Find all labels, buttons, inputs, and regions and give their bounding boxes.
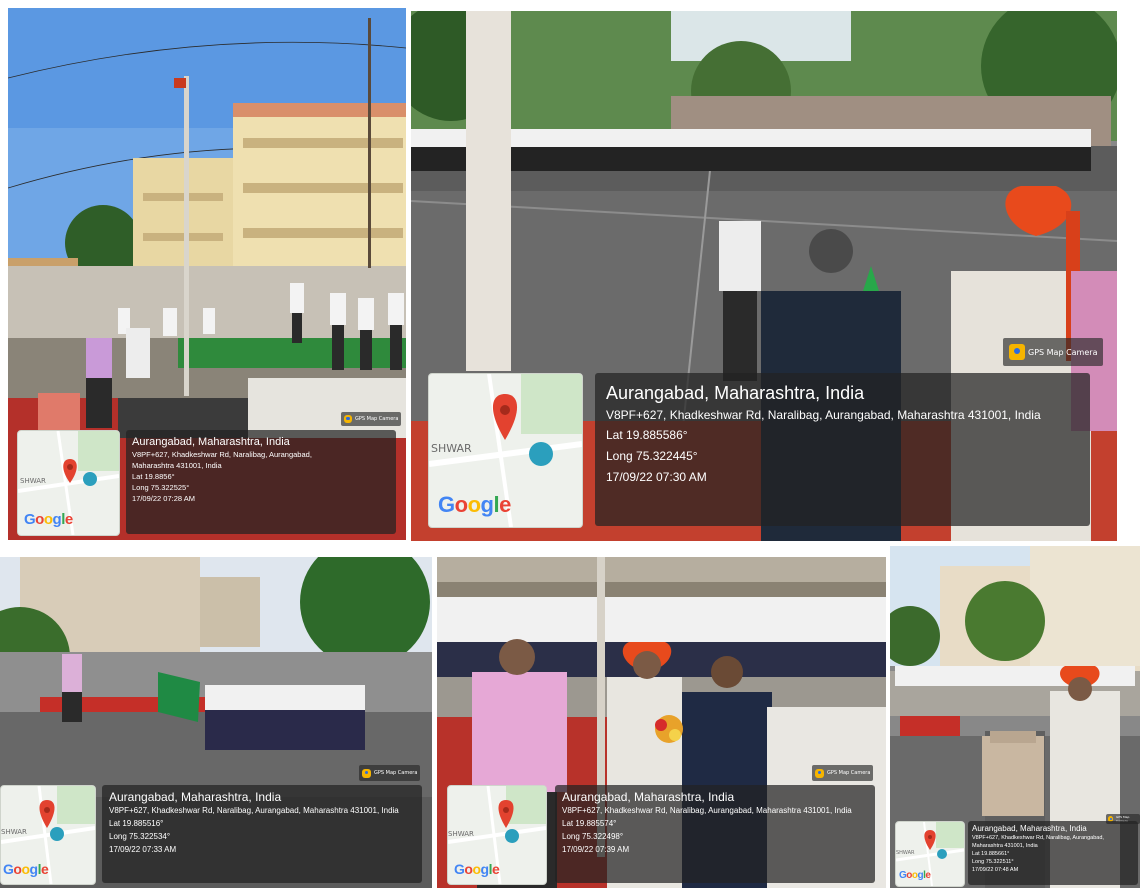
photo-march-past: GPS Map Camera SHWAR Google Aurangabad, …	[0, 557, 432, 888]
photo-flag-hoisting: GPS Map Camera SHWAR Google Aurangabad, …	[8, 8, 406, 540]
gps-badge-label: GPS Map Camera	[827, 770, 871, 776]
google-logo: Google	[24, 511, 73, 528]
address-text: V8PF+627, Khadkeshwar Rd, Naralibag, Aur…	[562, 806, 852, 815]
location-info-box: Aurangabad, Maharashtra, India V8PF+627,…	[595, 373, 1090, 526]
location-title: Aurangabad, Maharashtra, India	[562, 790, 735, 804]
location-info-box: Aurangabad, Maharashtra, India V8PF+627,…	[126, 430, 396, 534]
gps-camera-icon	[1009, 344, 1025, 360]
map-place-label: SHWAR	[431, 442, 472, 455]
film-location-icon	[937, 849, 947, 859]
longitude-text: Long 75.322511°	[972, 859, 1014, 865]
photo-parade-assembly: GPS Map Camera SHWAR Google Aurangabad, …	[411, 11, 1117, 541]
gps-map-camera-badge: GPS Map Camera	[812, 765, 874, 781]
gps-map-camera-badge: GPS Map Camera	[359, 765, 421, 781]
location-info-box: Aurangabad, Maharashtra, India V8PF+627,…	[555, 785, 875, 883]
datetime-text: 17/09/22 07:28 AM	[132, 494, 195, 503]
map-thumbnail: SHWAR Google	[895, 821, 965, 887]
map-thumbnail: SHWAR Google	[447, 785, 547, 885]
latitude-text: Lat 19.885574°	[562, 819, 617, 828]
address-text: V8PF+627, Khadkeshwar Rd, Naralibag, Aur…	[132, 450, 312, 470]
gps-badge-label: GPS Map Camera	[1028, 347, 1098, 357]
latitude-text: Lat 19.885586°	[606, 428, 688, 442]
google-logo: Google	[899, 870, 931, 881]
longitude-text: Long 75.322445°	[606, 449, 698, 463]
gps-map-camera-badge: GPS Map Camera	[341, 412, 402, 426]
map-place-label: SHWAR	[1, 828, 27, 836]
location-pin-icon	[924, 830, 936, 850]
longitude-text: Long 75.322498°	[562, 832, 624, 841]
film-location-icon	[529, 442, 553, 466]
datetime-text: 17/09/22 07:33 AM	[109, 845, 177, 854]
latitude-text: Lat 19.885516°	[109, 819, 164, 828]
latitude-text: Lat 19.8856°	[132, 472, 175, 481]
address-text: V8PF+627, Khadkeshwar Rd, Naralibag, Aur…	[972, 835, 1104, 849]
map-thumbnail: SHWAR Google	[428, 373, 583, 528]
map-place-label: SHWAR	[448, 830, 474, 838]
gps-camera-icon	[362, 768, 371, 778]
google-logo: Google	[3, 861, 49, 877]
photo-speech: GPS Map Camera SHWAR Google Aurangabad, …	[890, 546, 1140, 888]
latitude-text: Lat 19.885661°	[972, 851, 1010, 857]
datetime-text: 17/09/22 07:30 AM	[606, 470, 707, 484]
map-place-label: SHWAR	[20, 477, 46, 485]
film-location-icon	[83, 472, 97, 486]
location-title: Aurangabad, Maharashtra, India	[972, 824, 1087, 833]
google-logo: Google	[438, 492, 511, 517]
location-title: Aurangabad, Maharashtra, India	[132, 436, 290, 448]
film-location-icon	[50, 827, 64, 841]
map-thumbnail: SHWAR Google	[17, 430, 120, 536]
gps-camera-icon	[344, 415, 352, 423]
datetime-text: 17/09/22 07:48 AM	[972, 867, 1019, 873]
gps-badge-label: GPS Map Camera	[374, 770, 418, 776]
address-text: V8PF+627, Khadkeshwar Rd, Naralibag, Aur…	[109, 806, 399, 815]
location-title: Aurangabad, Maharashtra, India	[109, 790, 282, 804]
longitude-text: Long 75.322525°	[132, 483, 190, 492]
location-title: Aurangabad, Maharashtra, India	[606, 383, 865, 403]
gps-camera-icon	[815, 768, 824, 778]
location-info-box: Aurangabad, Maharashtra, India V8PF+627,…	[968, 821, 1138, 885]
photo-felicitation: GPS Map Camera SHWAR Google Aurangabad, …	[437, 557, 886, 888]
location-info-box: Aurangabad, Maharashtra, India V8PF+627,…	[102, 785, 422, 883]
longitude-text: Long 75.322534°	[109, 832, 171, 841]
map-thumbnail: SHWAR Google	[0, 785, 96, 885]
film-location-icon	[505, 829, 519, 843]
gps-badge-label: GPS Map Camera	[355, 416, 399, 422]
datetime-text: 17/09/22 07:39 AM	[562, 845, 630, 854]
address-text: V8PF+627, Khadkeshwar Rd, Naralibag, Aur…	[606, 408, 1041, 422]
gps-map-camera-badge: GPS Map Camera	[1003, 338, 1104, 366]
google-logo: Google	[454, 861, 500, 877]
location-pin-icon	[39, 800, 55, 828]
map-place-label: SHWAR	[896, 850, 915, 856]
